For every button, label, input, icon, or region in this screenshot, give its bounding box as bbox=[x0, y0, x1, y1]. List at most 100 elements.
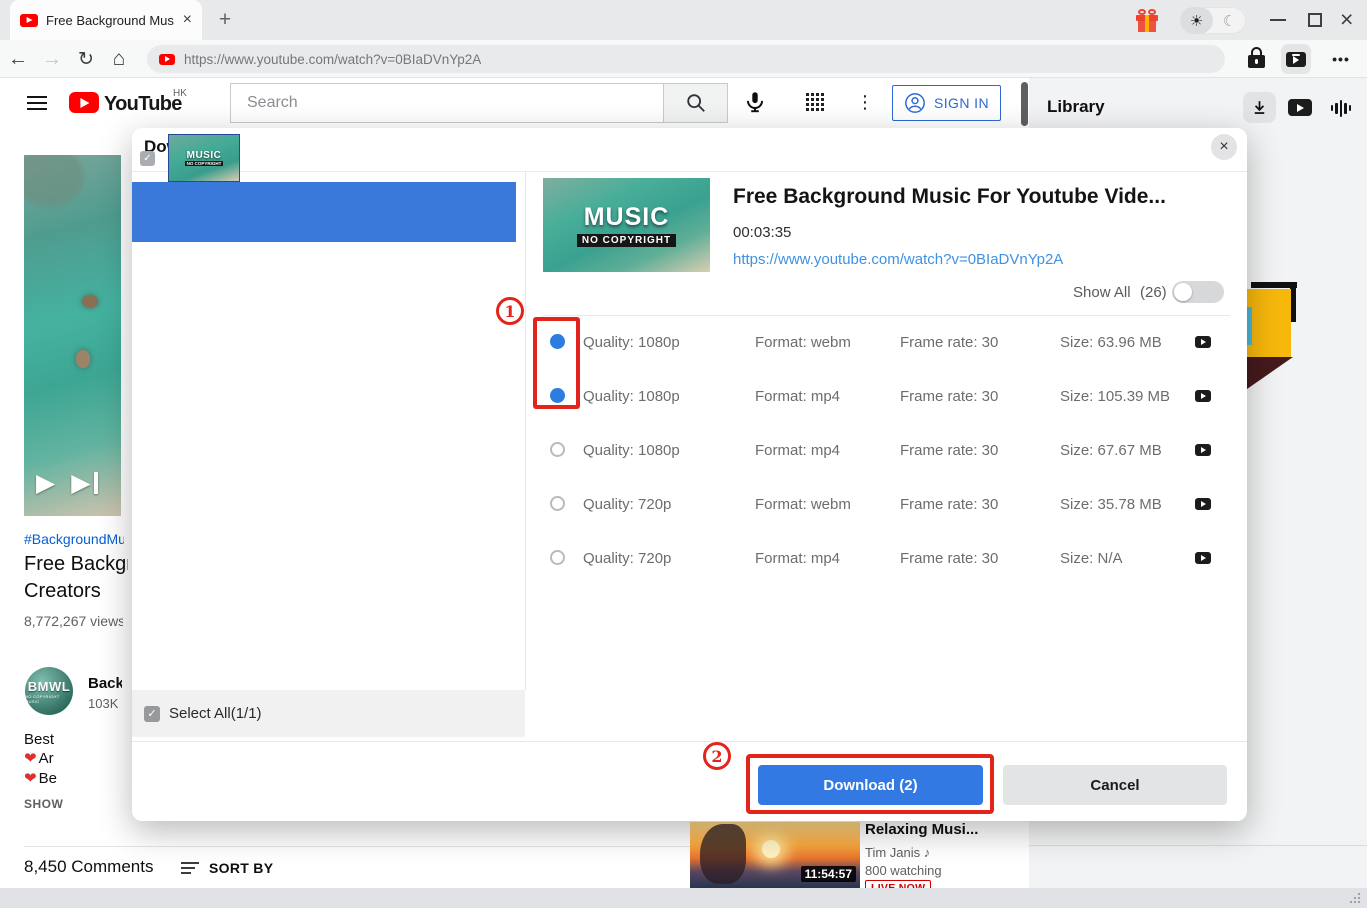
quality-label: Quality: 1080p bbox=[583, 423, 680, 477]
quality-label: Quality: 720p bbox=[583, 531, 671, 585]
youtube-logo-text[interactable]: YouTube bbox=[104, 93, 182, 116]
sort-by-button[interactable]: SORT BY bbox=[209, 860, 273, 876]
download-icon bbox=[1250, 98, 1269, 117]
close-icon: × bbox=[1219, 138, 1228, 156]
format-radio[interactable] bbox=[550, 442, 565, 457]
show-more-link[interactable]: SHOW bbox=[24, 797, 63, 811]
live-channel-name: Tim Janis ♪ bbox=[865, 845, 930, 860]
titlebar: Free Background Mus × + ☀ ☾ × bbox=[0, 0, 1367, 40]
music-note-icon: ♪ bbox=[924, 845, 931, 860]
audio-tab-button[interactable] bbox=[1327, 98, 1355, 118]
size-label: Size: N/A bbox=[1060, 531, 1123, 585]
bottom-bar bbox=[0, 888, 1367, 908]
youtube-favicon bbox=[20, 14, 38, 27]
description-line: ❤ Ar bbox=[24, 749, 123, 767]
play-icon[interactable]: ▶ bbox=[36, 468, 55, 498]
download-tab-button[interactable] bbox=[1243, 92, 1276, 123]
search-icon bbox=[685, 92, 707, 114]
show-all-toggle[interactable] bbox=[1172, 281, 1224, 303]
annotation-box-1 bbox=[533, 317, 580, 409]
description-line: ❤ Be bbox=[24, 769, 123, 787]
forward-button[interactable]: → bbox=[36, 40, 68, 78]
search-button[interactable] bbox=[664, 83, 728, 123]
quality-label: Quality: 1080p bbox=[583, 315, 680, 369]
window-close-button[interactable]: × bbox=[1340, 6, 1353, 33]
youtube-logo-icon[interactable] bbox=[69, 92, 99, 113]
selected-video-item[interactable] bbox=[132, 182, 516, 242]
hamburger-menu-icon[interactable] bbox=[27, 96, 47, 110]
format-row[interactable]: Quality: 720p Format: mp4 Frame rate: 30… bbox=[543, 531, 1230, 585]
show-all-label: Show All bbox=[1073, 284, 1131, 301]
live-video-title[interactable]: Relaxing Musi... bbox=[865, 821, 978, 838]
library-title: Library bbox=[1047, 97, 1105, 117]
next-icon[interactable]: ▶ bbox=[71, 468, 90, 498]
resize-grip[interactable] bbox=[1349, 892, 1361, 904]
new-tab-button[interactable]: + bbox=[212, 7, 238, 33]
reload-button[interactable]: ↻ bbox=[70, 40, 102, 78]
voice-search-icon[interactable] bbox=[742, 89, 768, 120]
video-url-link[interactable]: https://www.youtube.com/watch?v=0BIaDVnY… bbox=[733, 251, 1063, 268]
video-player[interactable] bbox=[24, 155, 121, 516]
dialog-close-button[interactable]: × bbox=[1211, 134, 1237, 160]
apps-grid-icon[interactable] bbox=[806, 93, 826, 113]
video-hashtag-link[interactable]: #BackgroundMusi bbox=[24, 531, 124, 547]
frame-rate-label: Frame rate: 30 bbox=[900, 531, 998, 585]
format-row[interactable]: Quality: 720p Format: webm Frame rate: 3… bbox=[543, 477, 1230, 531]
live-video-thumbnail[interactable]: 11:54:57 bbox=[690, 822, 860, 888]
heart-icon: ❤ bbox=[24, 769, 37, 787]
back-button[interactable]: ← bbox=[2, 40, 34, 78]
channel-name[interactable]: Back bbox=[88, 675, 122, 692]
downloader-extension-button[interactable] bbox=[1281, 44, 1311, 74]
home-button[interactable]: ⌂ bbox=[103, 40, 135, 78]
view-count: 8,772,267 views bbox=[24, 613, 123, 629]
size-label: Size: 63.96 MB bbox=[1060, 315, 1162, 369]
sign-in-button[interactable]: SIGN IN bbox=[892, 85, 1001, 121]
cancel-button[interactable]: Cancel bbox=[1003, 765, 1227, 805]
maximize-button[interactable] bbox=[1308, 13, 1322, 27]
select-all-checkbox[interactable]: ✓ bbox=[144, 706, 160, 722]
search-box[interactable] bbox=[230, 83, 664, 123]
format-label: Format: mp4 bbox=[755, 369, 840, 423]
show-all-count: (26) bbox=[1140, 284, 1167, 301]
player-controls[interactable]: ▶ ▶ bbox=[36, 468, 98, 498]
browser-window: Free Background Mus × + ☀ ☾ × ← → ↻ ⌂ ht… bbox=[0, 0, 1367, 908]
video-format-icon bbox=[1195, 498, 1211, 510]
url-youtube-icon bbox=[159, 54, 175, 65]
select-all-label: Select All(1/1) bbox=[169, 705, 262, 722]
address-bar[interactable]: https://www.youtube.com/watch?v=0BIaDVnY… bbox=[147, 45, 1225, 73]
comments-count: 8,450 Comments bbox=[24, 857, 153, 877]
light-mode-icon[interactable]: ☀ bbox=[1180, 7, 1213, 34]
format-row[interactable]: Quality: 1080p Format: webm Frame rate: … bbox=[543, 315, 1230, 369]
item-checkbox[interactable]: ✓ bbox=[140, 151, 155, 166]
dialog-vertical-divider bbox=[525, 172, 526, 690]
page-scrollbar[interactable] bbox=[1021, 82, 1028, 126]
format-label: Format: mp4 bbox=[755, 423, 840, 477]
channel-avatar[interactable]: BMWL NO COPYRIGHT MUSIC bbox=[25, 667, 73, 715]
person-icon bbox=[904, 92, 926, 114]
format-row[interactable]: Quality: 1080p Format: mp4 Frame rate: 3… bbox=[543, 369, 1230, 423]
annotation-circle-1: 1 bbox=[496, 297, 524, 325]
lock-icon[interactable] bbox=[1247, 47, 1267, 71]
tab-close-icon[interactable]: × bbox=[183, 12, 192, 28]
theme-toggle[interactable]: ☀ ☾ bbox=[1180, 7, 1246, 34]
sort-icon bbox=[181, 862, 201, 876]
format-row[interactable]: Quality: 1080p Format: mp4 Frame rate: 3… bbox=[543, 423, 1230, 477]
frame-rate-label: Frame rate: 30 bbox=[900, 477, 998, 531]
dark-mode-icon[interactable]: ☾ bbox=[1213, 7, 1246, 34]
video-tab-button[interactable] bbox=[1288, 99, 1312, 116]
format-radio[interactable] bbox=[550, 496, 565, 511]
format-radio[interactable] bbox=[550, 550, 565, 565]
search-input[interactable] bbox=[231, 84, 663, 122]
frame-rate-label: Frame rate: 30 bbox=[900, 423, 998, 477]
browser-menu-icon[interactable]: ••• bbox=[1322, 40, 1360, 78]
gift-icon[interactable] bbox=[1136, 9, 1160, 33]
channel-subscribers: 103K bbox=[88, 696, 122, 711]
video-tray-icon bbox=[1286, 52, 1306, 67]
video-format-icon bbox=[1195, 552, 1211, 564]
youtube-region-label: HK bbox=[173, 88, 187, 99]
youtube-menu-icon[interactable]: ⋮ bbox=[856, 92, 874, 113]
minimize-button[interactable] bbox=[1270, 19, 1286, 21]
next-icon-bar bbox=[94, 472, 98, 494]
browser-tab[interactable]: Free Background Mus × bbox=[10, 0, 202, 40]
video-thumbnail: MUSIC NO COPYRIGHT bbox=[543, 178, 710, 272]
